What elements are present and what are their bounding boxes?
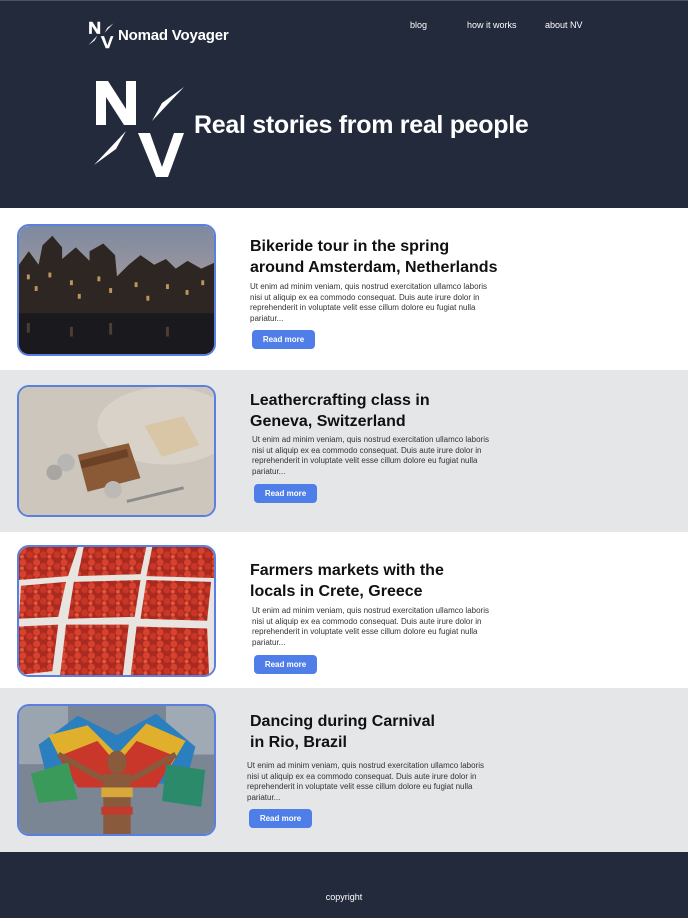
story-image-geneva[interactable] [17, 385, 216, 517]
story-excerpt: Ut enim ad minim veniam, quis nostrud ex… [252, 435, 489, 476]
story-title[interactable]: Leathercrafting class in Geneva, Switzer… [250, 390, 430, 432]
copyright-text: copyright [325, 892, 363, 902]
story-excerpt: Ut enim ad minim veniam, quis nostrud ex… [250, 282, 487, 323]
story-card-crete: Farmers markets with the locals in Crete… [0, 532, 688, 688]
story-title[interactable]: Bikeride tour in the spring around Amste… [250, 236, 497, 278]
read-more-button[interactable]: Read more [254, 655, 317, 674]
brand-logo-link[interactable]: Nomad Voyager [88, 21, 229, 49]
site-footer: copyright [0, 852, 688, 918]
brand-name: Nomad Voyager [118, 26, 229, 44]
story-excerpt: Ut enim ad minim veniam, quis nostrud ex… [252, 606, 489, 647]
read-more-button[interactable]: Read more [252, 330, 315, 349]
story-card-amsterdam: Bikeride tour in the spring around Amste… [0, 208, 688, 370]
story-card-geneva: Leathercrafting class in Geneva, Switzer… [0, 370, 688, 532]
story-excerpt: Ut enim ad minim veniam, quis nostrud ex… [247, 761, 484, 802]
nv-hero-logo-icon [94, 81, 184, 177]
site-header: Nomad Voyager blog how it works about NV… [0, 0, 688, 208]
nav-blog[interactable]: blog [410, 20, 427, 30]
nv-logo-icon [88, 21, 114, 49]
story-card-rio: Dancing during Carnival in Rio, Brazil U… [0, 688, 688, 852]
story-image-rio[interactable] [17, 704, 216, 836]
story-title[interactable]: Farmers markets with the locals in Crete… [250, 560, 444, 602]
nav-about[interactable]: about NV [545, 20, 583, 30]
story-image-crete[interactable] [17, 545, 216, 677]
read-more-button[interactable]: Read more [249, 809, 312, 828]
read-more-button[interactable]: Read more [254, 484, 317, 503]
story-title[interactable]: Dancing during Carnival in Rio, Brazil [250, 711, 435, 753]
story-image-amsterdam[interactable] [17, 224, 216, 356]
nav-how-it-works[interactable]: how it works [467, 20, 517, 30]
hero-title: Real stories from real people [194, 111, 529, 139]
